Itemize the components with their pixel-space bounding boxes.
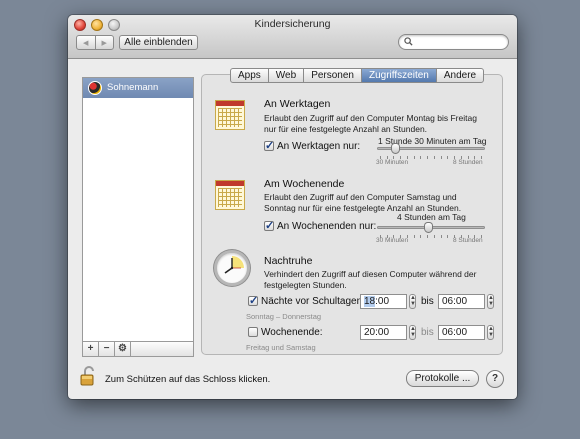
slider-tick	[433, 156, 435, 159]
slider-tick	[447, 235, 449, 238]
slider-tick	[420, 235, 422, 238]
weekdays-slider[interactable]	[377, 142, 485, 156]
tab-andere[interactable]: Andere	[437, 69, 483, 82]
user-avatar	[88, 81, 102, 95]
weekdays-limit-checkbox[interactable]	[264, 139, 274, 152]
protokolle-button[interactable]: Protokolle ...	[406, 370, 479, 387]
tab-bar: Apps Web Personen Zugriffszeiten Andere	[230, 68, 485, 83]
weekend-calendar-icon	[215, 180, 245, 210]
window-title: Kindersicherung	[254, 18, 331, 30]
school-nights-checkbox[interactable]	[248, 294, 258, 307]
lock-instructions: Zum Schützen auf das Schloss klicken.	[105, 374, 271, 385]
weekdays-checkbox-label: An Werktagen nur:	[277, 141, 361, 152]
back-icon[interactable]: ◀	[77, 36, 96, 49]
user-list[interactable]: Sohnemann	[82, 77, 194, 342]
weekend-slider-min: 30 Minuten	[376, 237, 409, 244]
preferences-window: Kindersicherung ◀ ▶ Alle einblenden Sohn…	[68, 15, 517, 399]
weekdays-description: Erlaubt den Zugriff auf den Computer Mon…	[264, 113, 477, 134]
clock-icon	[214, 250, 250, 286]
search-field[interactable]	[398, 34, 509, 50]
weekend-description: Erlaubt den Zugriff auf den Computer Sam…	[264, 192, 462, 213]
bedtime-title: Nachtruhe	[264, 255, 313, 267]
gear-icon[interactable]: ⚙	[115, 342, 131, 356]
slider-tick	[413, 156, 415, 159]
tab-web[interactable]: Web	[269, 69, 305, 82]
slider-tick	[433, 235, 435, 238]
weekend-bedtime-from-stepper[interactable]: ▲ ▼	[409, 325, 416, 340]
slider-tick	[447, 156, 449, 159]
weekday-calendar-icon	[215, 100, 245, 130]
school-nights-from-stepper[interactable]: ▲ ▼	[409, 294, 416, 309]
weekend-bedtime-to-field[interactable]: 06:00	[438, 325, 485, 340]
add-user-button[interactable]: +	[83, 342, 99, 356]
weekend-title: Am Wochenende	[264, 178, 345, 190]
weekend-slider-max: 8 Stunden	[453, 237, 483, 244]
school-nights-to-stepper[interactable]: ▲ ▼	[487, 294, 494, 309]
slider-tick	[427, 235, 429, 238]
slider-tick	[420, 156, 422, 159]
weekend-bedtime-note: Freitag und Samstag	[246, 343, 316, 352]
school-nights-label: Nächte vor Schultagen:	[261, 296, 365, 307]
lock-icon[interactable]	[80, 366, 98, 386]
show-all-button[interactable]: Alle einblenden	[119, 35, 198, 50]
remove-user-button[interactable]: −	[99, 342, 115, 356]
weekdays-slider-max: 8 Stunden	[453, 159, 483, 166]
school-nights-from-field[interactable]: 18:00	[360, 294, 407, 309]
slider-tick	[427, 156, 429, 159]
help-button[interactable]: ?	[486, 370, 504, 388]
search-icon	[404, 37, 413, 46]
weekdays-title: An Werktagen	[264, 98, 331, 110]
slider-tick	[440, 235, 442, 238]
school-nights-bis-label: bis	[421, 296, 434, 307]
weekend-checkbox-label: An Wochenenden nur:	[277, 221, 377, 232]
weekend-slider[interactable]	[377, 221, 485, 235]
bedtime-description: Verhindert den Zugriff auf diesen Comput…	[264, 269, 477, 290]
weekdays-slider-min: 30 Minuten	[376, 159, 409, 166]
weekend-bedtime-to-stepper[interactable]: ▲ ▼	[487, 325, 494, 340]
weekend-slider-knob[interactable]	[424, 222, 433, 233]
weekdays-slider-knob[interactable]	[391, 143, 400, 154]
weekend-bedtime-label: Wochenende:	[261, 327, 323, 338]
title-bar: Kindersicherung ◀ ▶ Alle einblenden	[68, 15, 517, 59]
weekend-limit-checkbox[interactable]	[264, 219, 274, 232]
forward-icon[interactable]: ▶	[96, 36, 114, 49]
user-list-buttons: + − ⚙	[82, 342, 194, 357]
user-item-sohnemann[interactable]: Sohnemann	[83, 78, 193, 98]
weekend-bedtime-checkbox[interactable]	[248, 327, 258, 337]
tab-apps[interactable]: Apps	[231, 69, 269, 82]
school-nights-to-field[interactable]: 06:00	[438, 294, 485, 309]
tab-zugriffszeiten[interactable]: Zugriffszeiten	[362, 69, 437, 82]
nav-segmented-control: ◀ ▶	[76, 35, 114, 50]
slider-tick	[440, 156, 442, 159]
weekend-bedtime-from-field[interactable]: 20:00	[360, 325, 407, 340]
slider-tick	[413, 235, 415, 238]
school-nights-note: Sonntag – Donnerstag	[246, 312, 322, 321]
tab-personen[interactable]: Personen	[304, 69, 362, 82]
user-name: Sohnemann	[107, 82, 159, 93]
weekend-bedtime-bis-label: bis	[421, 327, 434, 338]
